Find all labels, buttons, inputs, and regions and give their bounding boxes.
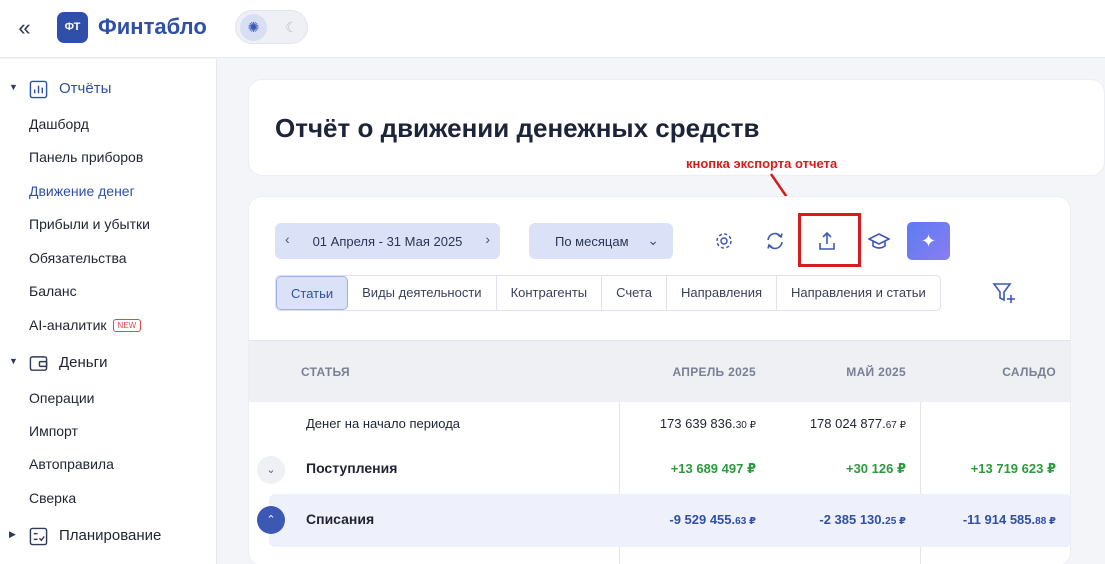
sidebar-item-reconciliation[interactable]: Сверка — [29, 490, 76, 506]
chevron-up-icon[interactable]: ⌃ — [257, 506, 285, 534]
sidebar-section-money[interactable]: ▼ Деньги — [0, 348, 217, 378]
sidebar-item-ai-analyst[interactable]: AI-аналитик NEW — [29, 317, 142, 333]
column-header: АПРЕЛЬ 2025 — [672, 365, 756, 379]
tab-articles[interactable]: Статьи — [276, 276, 349, 310]
cell-value: -11 914 585.88 ₽ — [963, 512, 1056, 527]
value-main: 178 024 877. — [809, 416, 886, 431]
grouping-tabs: Статьи Виды деятельности Контрагенты Сче… — [275, 275, 941, 311]
top-bar: « ФТ Финтабло ✺ ☾ — [0, 0, 1105, 58]
date-range-value: 01 Апреля - 31 Мая 2025 — [312, 234, 463, 249]
cash-flow-table: СТАТЬЯ АПРЕЛЬ 2025 МАЙ 2025 САЛЬДО Денег… — [249, 340, 1070, 564]
period-select[interactable]: По месяцам ⌄ — [529, 223, 673, 259]
value-fraction: 25 ₽ — [885, 516, 906, 527]
double-chevron-left-icon[interactable]: « — [10, 14, 36, 42]
sidebar-item-cash-flow[interactable]: Движение денег — [29, 183, 135, 199]
sidebar-item-dashboard[interactable]: Дашборд — [29, 116, 89, 132]
tab-activity-types[interactable]: Виды деятельности — [348, 276, 497, 310]
annotation-label: кнопка экспорта отчета — [686, 156, 838, 171]
sidebar-item-instrument-panel[interactable]: Панель приборов — [29, 149, 143, 165]
tab-directions-articles[interactable]: Направления и статьи — [777, 276, 940, 310]
sidebar-section-label: Планирование — [59, 527, 162, 544]
row-label: Денег на начало периода — [306, 416, 461, 431]
tab-directions[interactable]: Направления — [667, 276, 778, 310]
sidebar-item-profit-loss[interactable]: Прибыли и убытки — [29, 216, 150, 232]
sidebar-item-label: AI-аналитик — [29, 317, 107, 333]
checklist-icon — [29, 527, 48, 546]
moon-icon[interactable]: ☾ — [278, 14, 305, 41]
row-label: Поступления — [306, 460, 398, 476]
caret-down-icon: ▼ — [9, 82, 18, 92]
sidebar: ▼ Отчёты Дашборд Панель приборов Движени… — [0, 59, 217, 564]
new-badge: NEW — [112, 319, 142, 332]
report-card: ‹ 01 Апреля - 31 Мая 2025 › По месяцам ⌄… — [248, 196, 1071, 564]
ai-sparkle-icon[interactable]: ✦ — [907, 222, 950, 260]
cell-value: +13 689 497 ₽ — [670, 461, 756, 476]
logo-badge: ФТ — [57, 12, 88, 43]
export-highlight-box — [798, 213, 861, 267]
chevron-right-icon[interactable]: › — [485, 231, 490, 247]
chevron-down-icon[interactable]: ⌄ — [257, 456, 285, 484]
theme-toggle[interactable]: ✺ ☾ — [235, 10, 308, 44]
table-row[interactable]: ⌃ Списания -9 529 455.63 ₽ -2 385 130.25… — [257, 494, 1070, 547]
settings-gear-icon[interactable] — [708, 225, 740, 257]
sidebar-item-autorules[interactable]: Автоправила — [29, 456, 114, 472]
cell-value: +13 719 623 ₽ — [970, 461, 1056, 476]
sidebar-section-label: Деньги — [59, 354, 108, 371]
date-range-picker[interactable]: ‹ 01 Апреля - 31 Мая 2025 › — [275, 223, 500, 259]
sidebar-item-operations[interactable]: Операции — [29, 390, 95, 406]
filter-add-icon[interactable] — [991, 279, 1019, 307]
sidebar-item-import[interactable]: Импорт — [29, 423, 78, 439]
tab-counterparties[interactable]: Контрагенты — [497, 276, 603, 310]
sidebar-item-balance[interactable]: Баланс — [29, 283, 77, 299]
column-header: САЛЬДО — [1002, 365, 1056, 379]
value-main: -9 529 455. — [669, 512, 736, 527]
sidebar-section-planning[interactable]: ▶ Планирование — [0, 521, 217, 551]
value-fraction: 63 ₽ — [735, 516, 756, 527]
wallet-icon — [29, 356, 48, 371]
value-fraction: 30 ₽ — [735, 420, 756, 431]
title-card: Отчёт о движении денежных средств — [248, 79, 1105, 176]
value-main: 173 639 836. — [659, 416, 736, 431]
cell-value: 173 639 836.30 ₽ — [660, 416, 756, 431]
period-value: По месяцам — [555, 234, 629, 249]
sun-icon[interactable]: ✺ — [240, 14, 267, 41]
tab-accounts[interactable]: Счета — [602, 276, 667, 310]
cell-value: -2 385 130.25 ₽ — [819, 512, 906, 527]
refresh-icon[interactable] — [759, 225, 791, 257]
value-fraction: 67 ₽ — [885, 420, 906, 431]
page-title: Отчёт о движении денежных средств — [275, 113, 760, 143]
graduation-cap-icon[interactable] — [863, 225, 895, 257]
column-header: МАЙ 2025 — [846, 365, 906, 379]
sidebar-section-reports[interactable]: ▼ Отчёты — [0, 74, 217, 104]
cell-value: +30 126 ₽ — [845, 461, 906, 476]
logo-text: Финтабло — [98, 14, 207, 39]
caret-right-icon: ▶ — [9, 529, 16, 539]
table-row[interactable]: ⌄ Поступления +13 689 497 ₽ +30 126 ₽ +1… — [249, 447, 1070, 492]
value-main: -11 914 585. — [962, 512, 1036, 527]
cell-value: -9 529 455.63 ₽ — [669, 512, 756, 527]
chevron-down-icon: ⌄ — [647, 232, 659, 248]
caret-down-icon: ▼ — [9, 356, 18, 366]
table-header: СТАТЬЯ АПРЕЛЬ 2025 МАЙ 2025 САЛЬДО — [249, 340, 1070, 402]
table-row: Денег на начало периода 173 639 836.30 ₽… — [249, 402, 1070, 447]
value-main: -2 385 130. — [819, 512, 886, 527]
sidebar-section-label: Отчёты — [59, 80, 112, 97]
row-label: Списания — [306, 511, 375, 527]
cell-value: 178 024 877.67 ₽ — [810, 416, 906, 431]
value-fraction: 88 ₽ — [1035, 516, 1056, 527]
chart-icon — [29, 80, 48, 99]
column-header: СТАТЬЯ — [301, 365, 350, 379]
sidebar-item-liabilities[interactable]: Обязательства — [29, 250, 127, 266]
